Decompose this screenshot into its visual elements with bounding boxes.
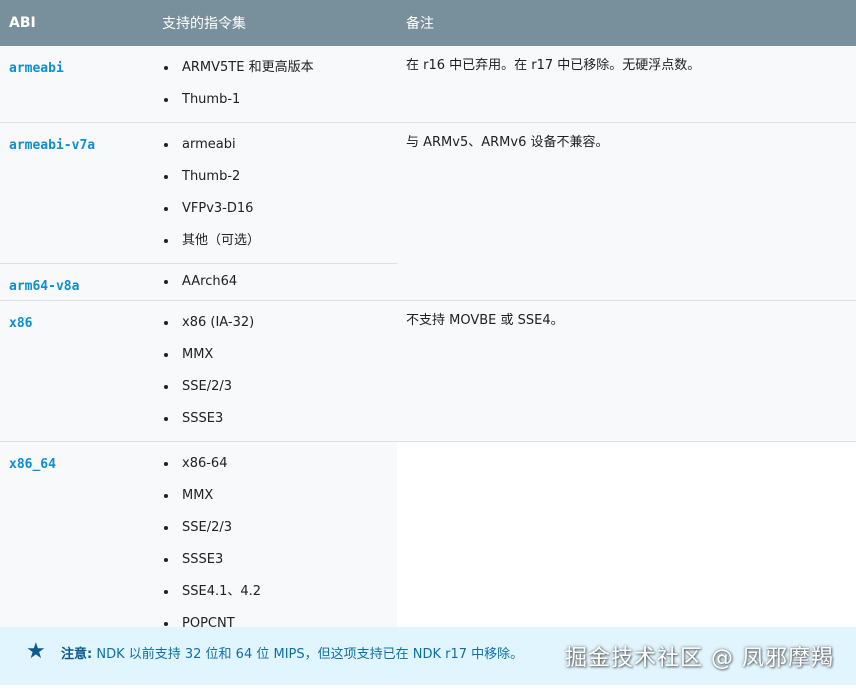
list-item: Thumb-1 bbox=[153, 84, 397, 116]
list-item: x86 (IA-32) bbox=[153, 307, 397, 339]
abi-cell: armeabi-v7a bbox=[0, 122, 153, 264]
list-item: x86-64 bbox=[153, 448, 397, 480]
list-item: VFPv3-D16 bbox=[153, 193, 397, 225]
watermark: 掘金技术社区 @ 凤邪摩羯 bbox=[565, 646, 834, 671]
note-cell: 在 r16 中已弃用。在 r17 中已移除。无硬浮点数。 bbox=[397, 46, 856, 123]
note-cell bbox=[397, 441, 856, 646]
table-header-row: ABI 支持的指令集 备注 bbox=[0, 0, 856, 46]
abi-cell: arm64-v8a bbox=[0, 263, 153, 301]
list-item: SSE/2/3 bbox=[153, 371, 397, 403]
abi-cell: x86_64 bbox=[0, 441, 153, 646]
notice-label: 注意: bbox=[61, 647, 93, 662]
list-item: MMX bbox=[153, 480, 397, 512]
instruction-list: armeabi Thumb-2 VFPv3-D16 其他（可选） bbox=[153, 123, 397, 263]
page: ABI 支持的指令集 备注 armeabi ARMV5TE 和更高版本 Thum… bbox=[0, 0, 856, 691]
table-row: x86_64 x86-64 MMX SSE/2/3 SSSE3 SSE4.1、4… bbox=[0, 441, 856, 646]
abi-cell: x86 bbox=[0, 300, 153, 442]
list-item: Thumb-2 bbox=[153, 161, 397, 193]
header-abi: ABI bbox=[0, 0, 153, 46]
table-row: x86 x86 (IA-32) MMX SSE/2/3 SSSE3 不支持 MO… bbox=[0, 300, 856, 442]
instruction-list: x86 (IA-32) MMX SSE/2/3 SSSE3 bbox=[153, 301, 397, 441]
list-item: ARMV5TE 和更高版本 bbox=[153, 52, 397, 84]
instruction-list: x86-64 MMX SSE/2/3 SSSE3 SSE4.1、4.2 POPC… bbox=[153, 442, 397, 646]
list-item: SSSE3 bbox=[153, 544, 397, 576]
list-item: SSE4.1、4.2 bbox=[153, 576, 397, 608]
abi-name: armeabi-v7a bbox=[9, 138, 96, 153]
abi-cell: armeabi bbox=[0, 46, 153, 123]
list-item: MMX bbox=[153, 339, 397, 371]
abi-name: x86_64 bbox=[9, 457, 56, 472]
table-row: armeabi-v7a armeabi Thumb-2 VFPv3-D16 其他… bbox=[0, 122, 856, 301]
abi-name: x86 bbox=[9, 316, 33, 331]
list-item: SSE/2/3 bbox=[153, 512, 397, 544]
instruction-list: ARMV5TE 和更高版本 Thumb-1 bbox=[153, 46, 397, 122]
star-icon: ★ bbox=[26, 639, 46, 664]
instruction-list: AArch64 bbox=[153, 264, 397, 300]
note-cell: 不支持 MOVBE 或 SSE4。 bbox=[397, 300, 856, 442]
abi-name: armeabi bbox=[9, 61, 64, 76]
header-notes: 备注 bbox=[397, 0, 856, 46]
instructions-cell: x86-64 MMX SSE/2/3 SSSE3 SSE4.1、4.2 POPC… bbox=[153, 441, 397, 646]
instructions-cell: x86 (IA-32) MMX SSE/2/3 SSSE3 bbox=[153, 300, 397, 442]
header-instructions: 支持的指令集 bbox=[153, 0, 397, 46]
table-row: armeabi ARMV5TE 和更高版本 Thumb-1 在 r16 中已弃用… bbox=[0, 46, 856, 123]
instructions-cell: armeabi Thumb-2 VFPv3-D16 其他（可选） bbox=[153, 122, 397, 264]
instructions-cell: ARMV5TE 和更高版本 Thumb-1 bbox=[153, 46, 397, 123]
abi-name: arm64-v8a bbox=[9, 279, 80, 294]
notice-text-line: 注意: NDK 以前支持 32 位和 64 位 MIPS，但这项支持已在 NDK… bbox=[61, 646, 523, 664]
note-cell: 与 ARMv5、ARMv6 设备不兼容。 bbox=[397, 122, 856, 301]
instructions-cell: AArch64 bbox=[153, 263, 397, 301]
list-item: armeabi bbox=[153, 129, 397, 161]
list-item: AArch64 bbox=[153, 266, 397, 298]
list-item: SSSE3 bbox=[153, 403, 397, 435]
list-item: 其他（可选） bbox=[153, 225, 397, 257]
notice-text: NDK 以前支持 32 位和 64 位 MIPS，但这项支持已在 NDK r17… bbox=[96, 647, 524, 662]
abi-table: ABI 支持的指令集 备注 armeabi ARMV5TE 和更高版本 Thum… bbox=[0, 0, 856, 646]
